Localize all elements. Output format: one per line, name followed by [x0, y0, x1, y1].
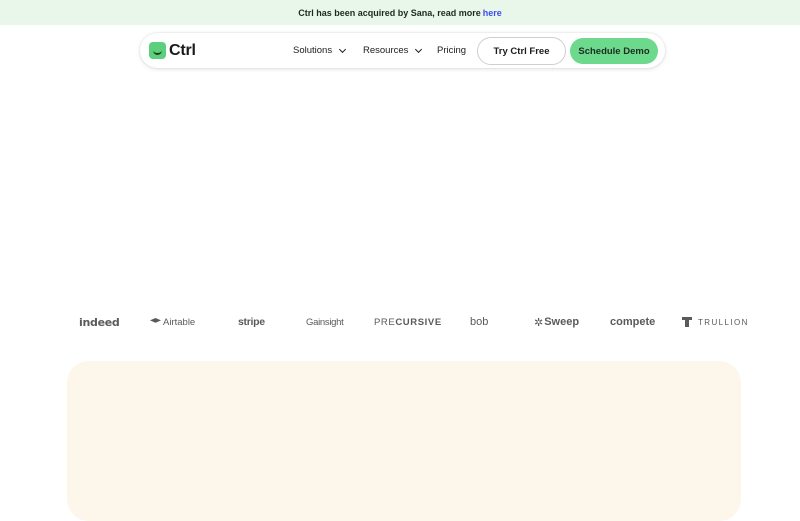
logo-stripe-text: stripe	[238, 316, 265, 328]
logo-precursive: PRE CURSIVE	[374, 312, 442, 332]
logo-compete-text: compete	[610, 316, 656, 328]
chevron-down-icon	[415, 45, 423, 53]
logo-airtable: Airtable	[150, 312, 195, 332]
nav-pricing[interactable]: Pricing	[437, 33, 466, 68]
airtable-icon	[150, 318, 161, 323]
trullion-icon	[682, 317, 692, 327]
nav-resources-label: Resources	[363, 45, 409, 56]
logo-text: Ctrl	[169, 41, 196, 59]
feature-card	[67, 361, 741, 521]
nav-resources[interactable]: Resources	[363, 33, 423, 68]
ctrl-logo[interactable]: Ctrl	[149, 41, 196, 60]
logo-gainsight: Gainsight	[306, 312, 344, 332]
chevron-down-icon	[339, 45, 347, 53]
logo-trullion-text: TRULLION	[698, 317, 749, 327]
logo-precursive-main: CURSIVE	[395, 316, 442, 328]
sweep-icon: ✲	[534, 316, 544, 329]
nav-pricing-label: Pricing	[437, 45, 467, 56]
logo-gainsight-text: Gainsight	[306, 316, 344, 328]
ctrl-logo-icon	[149, 42, 166, 59]
logo-indeed: indeed	[79, 312, 120, 332]
nav-solutions[interactable]: Solutions	[293, 33, 347, 68]
main-navigation: Ctrl Solutions Resources Pricing Try Ctr…	[140, 33, 665, 68]
logo-stripe: stripe	[238, 312, 265, 332]
logo-trullion: TRULLION	[682, 312, 749, 332]
logo-compete: compete	[610, 312, 655, 332]
logo-precursive-pre: PRE	[374, 316, 396, 328]
logo-airtable-text: Airtable	[163, 316, 196, 328]
logo-sweep-text: Sweep	[544, 316, 580, 328]
logo-bob: bob	[470, 312, 488, 332]
logo-indeed-text: indeed	[79, 315, 120, 329]
announcement-banner: Ctrl has been acquired by Sana, read mor…	[0, 0, 800, 25]
schedule-demo-button[interactable]: Schedule Demo	[570, 38, 658, 64]
logo-sweep: ✲ Sweep	[534, 312, 579, 332]
nav-solutions-label: Solutions	[293, 45, 333, 56]
banner-text: Ctrl has been acquired by Sana, read mor…	[298, 7, 481, 18]
try-ctrl-free-button[interactable]: Try Ctrl Free	[477, 37, 566, 65]
logo-bob-text: bob	[470, 316, 489, 328]
banner-link[interactable]: here	[483, 8, 502, 18]
customer-logos: indeed Airtable stripe Gainsight PRE CURS…	[0, 312, 800, 332]
